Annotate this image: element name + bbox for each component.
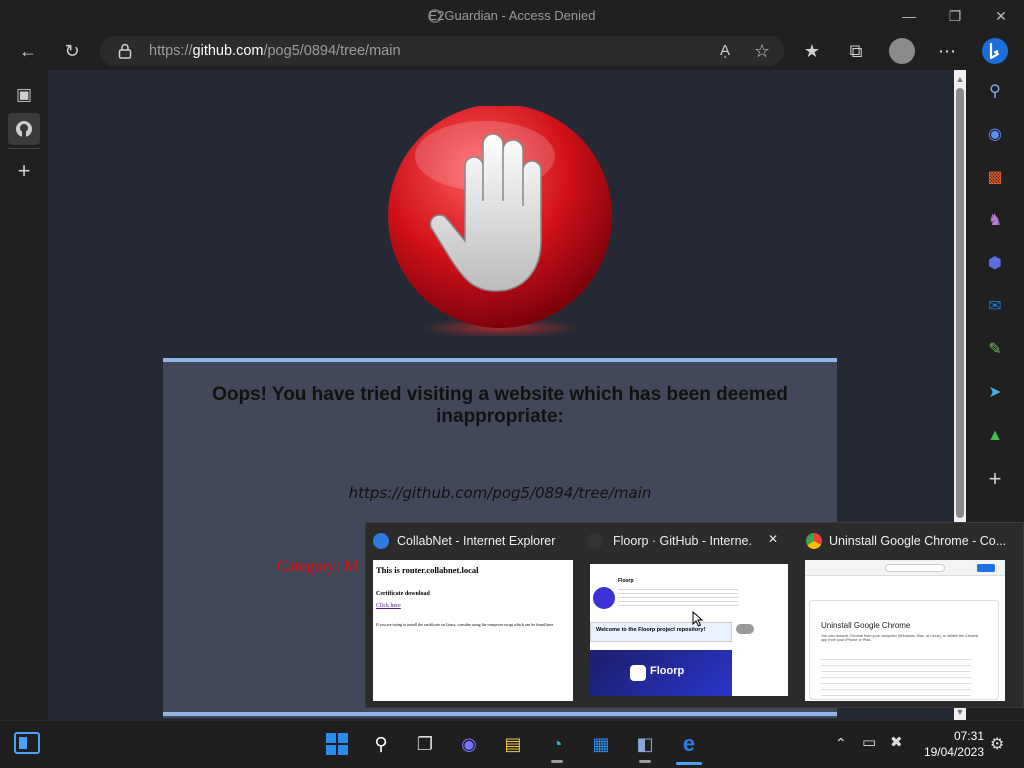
send-icon[interactable]: ➤ — [981, 379, 1009, 407]
thumbnail-preview-2[interactable]: Floorp Welcome to the Floorp project rep… — [590, 564, 788, 696]
notifications-icon[interactable]: ⚙ — [990, 734, 1004, 754]
outlook-icon[interactable]: ✉ — [981, 293, 1009, 321]
thumbnail-preview-1[interactable]: This is router.collabnet.local Certifica… — [373, 560, 573, 701]
stop-hand-icon — [388, 106, 612, 336]
preview1-heading: This is router.collabnet.local — [376, 565, 479, 575]
tree-icon[interactable]: ▲ — [981, 422, 1009, 450]
more-options-icon[interactable]: ⋯ — [933, 37, 961, 65]
edge-icon[interactable]: ◔ — [541, 728, 573, 760]
github-favicon-icon — [587, 533, 603, 549]
preview2-logo-text: Floorp — [650, 665, 685, 677]
clock-date[interactable]: 19/04/2023 — [914, 745, 984, 759]
volume-muted-icon[interactable]: ✖ — [890, 733, 903, 751]
github-icon — [16, 121, 32, 137]
app-running-indicator — [639, 760, 651, 763]
favorites-icon[interactable]: ★ — [798, 37, 826, 65]
preview1-line: Certificate download — [376, 591, 430, 597]
bing-chat-icon[interactable] — [980, 35, 1010, 67]
back-icon[interactable]: ← — [14, 37, 42, 65]
network-icon[interactable]: ▭ — [862, 733, 876, 751]
edge-running-indicator — [551, 760, 563, 763]
preview3-heading: Uninstall Google Chrome — [821, 621, 911, 630]
ie-active-indicator — [676, 762, 702, 765]
thumbnail-close-button[interactable]: ✕ — [768, 532, 778, 546]
designer-icon[interactable]: ✎ — [981, 336, 1009, 364]
thumbnail-title-2[interactable]: Floorp · GitHub - Interne... — [613, 534, 753, 548]
microsoft365-icon[interactable]: ⬢ — [981, 250, 1009, 278]
block-heading: Oops! You have tried visiting a website … — [212, 384, 788, 427]
thumbnail-title-1[interactable]: CollabNet - Internet Explorer — [397, 534, 577, 548]
task-view-icon[interactable]: ❐ — [409, 728, 441, 760]
taskbar-search-icon[interactable]: ⚲ — [365, 728, 397, 760]
panel-bottom-border — [163, 712, 837, 716]
blocked-url: https://github.com/pog5/0894/tree/main — [348, 484, 652, 502]
thumbnail-title-3[interactable]: Uninstall Google Chrome - Co... — [829, 534, 1009, 548]
chrome-icon — [806, 533, 822, 549]
preview2-banner: Welcome to the Floorp project repository… — [596, 627, 706, 633]
refresh-icon[interactable]: ↻ — [58, 37, 86, 65]
minimize-button[interactable]: — — [886, 4, 932, 28]
thumbnail-preview-3[interactable]: Uninstall Google Chrome You can remove C… — [805, 560, 1005, 701]
profile-avatar[interactable] — [889, 38, 915, 64]
new-tab-icon[interactable]: + — [8, 155, 40, 187]
tab-divider — [8, 148, 40, 149]
store-icon[interactable]: ▦ — [585, 728, 617, 760]
restore-button[interactable]: ❐ — [932, 4, 978, 28]
file-explorer-icon[interactable]: ▤ — [497, 728, 529, 760]
favorite-add-icon[interactable]: ☆ — [748, 37, 776, 65]
shopping-tag-icon[interactable]: ◉ — [981, 121, 1009, 149]
block-category: Category: M — [277, 558, 359, 575]
mouse-cursor-icon — [692, 610, 704, 627]
preview1-link: Click here — [376, 603, 401, 609]
tools-icon[interactable]: ▩ — [981, 164, 1009, 192]
window-title: E2Guardian - Access Denied — [428, 8, 596, 23]
tray-chevron-up-icon[interactable]: ⌃ — [835, 735, 847, 752]
widgets-icon[interactable] — [14, 732, 40, 754]
add-sidebar-app-icon[interactable]: + — [981, 465, 1009, 493]
url-text[interactable]: https://github.com/pog5/0894/tree/main — [149, 43, 401, 59]
clock-time[interactable]: 07:31 — [944, 729, 984, 743]
url-path: /pog5/0894/tree/main — [263, 43, 401, 59]
internet-explorer-icon[interactable]: e — [673, 728, 705, 760]
url-domain: github.com — [192, 43, 264, 59]
floorp-logo-icon — [593, 587, 615, 609]
preview1-note: If you are trying to install the certifi… — [376, 622, 554, 627]
preview3-text: You can remove Chrome from your computer… — [821, 634, 979, 642]
tab-actions-icon[interactable]: ▣ — [8, 79, 40, 111]
ie-icon — [373, 533, 389, 549]
url-prefix: https:// — [149, 43, 193, 59]
games-icon[interactable]: ♞ — [981, 207, 1009, 235]
search-icon[interactable]: ⚲ — [981, 78, 1009, 106]
lock-icon[interactable] — [118, 43, 132, 59]
taskbar-thumbnail-popup: CollabNet - Internet Explorer This is ro… — [365, 522, 1024, 708]
tab-github[interactable] — [8, 113, 40, 145]
teams-chat-icon[interactable]: ◉ — [453, 728, 485, 760]
read-aloud-icon[interactable]: Aͅ — [711, 37, 739, 65]
preview2-heading: Floorp — [618, 578, 634, 584]
start-button[interactable] — [321, 728, 353, 760]
scroll-thumb[interactable] — [956, 88, 964, 518]
remote-desktop-icon[interactable]: ◧ — [629, 728, 661, 760]
collections-icon[interactable]: ⧉ — [842, 37, 870, 65]
scroll-up-arrow-icon[interactable]: ▲ — [954, 72, 966, 86]
close-window-button[interactable]: ✕ — [978, 4, 1024, 28]
